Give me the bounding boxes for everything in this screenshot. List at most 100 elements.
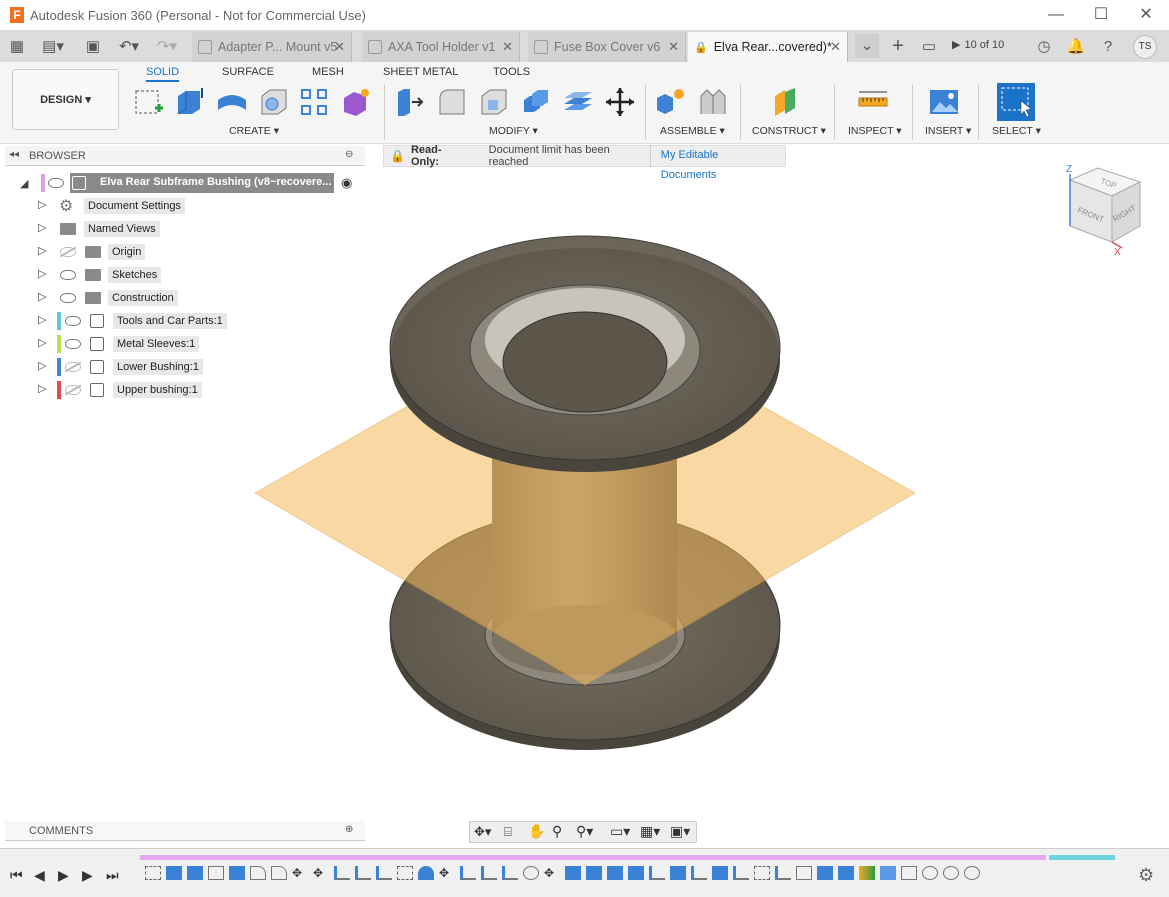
look-at-icon[interactable]: ⌸ <box>504 824 512 840</box>
construct-group-label[interactable]: CONSTRUCT ▾ <box>752 125 826 137</box>
display-settings-icon[interactable]: ▭▾ <box>610 823 630 840</box>
timeline-combine-icon[interactable] <box>586 866 602 880</box>
timeline-fillet-icon[interactable] <box>250 866 266 880</box>
workspace-switcher-button[interactable]: DESIGN ▾ <box>12 69 119 130</box>
grid-settings-icon[interactable]: ▦▾ <box>640 823 660 840</box>
timeline-press-pull-icon[interactable] <box>733 866 749 880</box>
expand-triangle-icon[interactable]: ▷ <box>38 382 46 395</box>
redo-icon[interactable]: ↷▾ <box>152 37 182 57</box>
visibility-eye-icon[interactable] <box>48 178 64 188</box>
expand-triangle-icon[interactable]: ▷ <box>38 313 46 326</box>
viewports-icon[interactable]: ▣▾ <box>670 823 690 840</box>
zoom-icon[interactable]: ⚲ <box>552 823 562 840</box>
timeline-press-pull-icon[interactable] <box>334 866 350 880</box>
expand-triangle-icon[interactable]: ▷ <box>38 198 46 211</box>
tab-elva-rear[interactable]: 🔒 Elva Rear...covered)* ✕ <box>688 32 848 62</box>
timeline-offset-icon[interactable] <box>880 866 896 880</box>
expand-triangle-icon[interactable]: ▷ <box>38 290 46 303</box>
fit-zoom-icon[interactable]: ⚲▾ <box>576 823 593 840</box>
modify-group-label[interactable]: MODIFY ▾ <box>489 125 538 137</box>
timeline-joint-icon[interactable] <box>523 866 539 880</box>
assemble-group-label[interactable]: ASSEMBLE ▾ <box>660 125 725 137</box>
timeline-component-icon[interactable] <box>901 866 917 880</box>
pattern-icon[interactable] <box>298 86 330 118</box>
timeline-play-icon[interactable]: ▶ <box>58 867 69 884</box>
tab-sheet-metal[interactable]: SHEET METAL <box>383 66 458 78</box>
clock-icon[interactable]: ◷ <box>1033 37 1055 57</box>
timeline-plane-icon[interactable] <box>859 866 875 880</box>
timeline-combine-icon[interactable] <box>607 866 623 880</box>
orbit-icon[interactable]: ✥▾ <box>474 824 491 840</box>
activate-radio-icon[interactable]: ◉ <box>341 175 352 191</box>
tab-solid[interactable]: SOLID <box>146 66 180 82</box>
timeline-shell-icon[interactable] <box>796 866 812 880</box>
minimize-button[interactable]: — <box>1045 5 1067 25</box>
timeline-joint-icon[interactable] <box>922 866 938 880</box>
expand-triangle-icon[interactable]: ▷ <box>38 267 46 280</box>
timeline-combine-icon[interactable] <box>838 866 854 880</box>
hidden-eye-icon[interactable] <box>65 385 81 395</box>
combine-icon[interactable] <box>520 86 552 118</box>
tab-fuse-box-cover[interactable]: Fuse Box Cover v6 ✕ <box>528 32 686 62</box>
timeline-first-icon[interactable]: ⏮ <box>10 867 23 884</box>
timeline-combine-icon[interactable] <box>817 866 833 880</box>
select-group-label[interactable]: SELECT ▾ <box>992 125 1041 137</box>
timeline-press-pull-icon[interactable] <box>502 866 518 880</box>
timeline-extrude-icon[interactable] <box>628 866 644 880</box>
timeline-settings-gear-icon[interactable]: ⚙ <box>1138 865 1154 886</box>
apps-grid-icon[interactable]: ▦ <box>6 37 28 57</box>
joint-icon[interactable] <box>697 86 729 118</box>
undo-icon[interactable]: ↶▾ <box>114 37 144 57</box>
create-form-icon[interactable] <box>340 86 372 118</box>
tab-close-icon[interactable]: ✕ <box>830 39 841 55</box>
timeline-press-pull-icon[interactable] <box>775 866 791 880</box>
editable-documents-link[interactable]: My Editable Documents <box>649 145 785 181</box>
measure-icon[interactable] <box>857 86 889 118</box>
collapse-panel-icon[interactable]: ◂◂ <box>9 149 19 160</box>
timeline-last-icon[interactable]: ⏭ <box>106 867 119 884</box>
view-cube[interactable]: TOP FRONT RIGHT Z X <box>1060 160 1150 260</box>
add-comment-icon[interactable]: ⊕ <box>345 824 353 835</box>
timeline-combine-icon[interactable] <box>712 866 728 880</box>
fillet-icon[interactable] <box>436 86 468 118</box>
save-icon[interactable]: ▣ <box>82 37 104 57</box>
hidden-eye-icon[interactable] <box>65 362 81 372</box>
timeline-press-pull-icon[interactable] <box>376 866 392 880</box>
chat-icon[interactable]: ▭ <box>918 37 940 57</box>
create-sketch-icon[interactable] <box>133 86 165 118</box>
timeline-combine-icon[interactable] <box>565 866 581 880</box>
timeline-move-icon[interactable]: ✥ <box>544 866 560 880</box>
select-icon[interactable] <box>997 83 1035 121</box>
file-menu-icon[interactable]: ▤▾ <box>38 37 68 57</box>
tab-tools[interactable]: TOOLS <box>493 66 530 78</box>
tab-close-icon[interactable]: ✕ <box>334 39 345 55</box>
timeline-extrude-icon[interactable] <box>166 866 182 880</box>
visibility-eye-icon[interactable] <box>60 270 76 280</box>
create-group-label[interactable]: CREATE ▾ <box>229 125 279 137</box>
notifications-bell-icon[interactable]: 🔔 <box>1065 37 1087 57</box>
timeline-move-icon[interactable]: ✥ <box>313 866 329 880</box>
tab-overflow-chevron-icon[interactable]: ⌄ <box>855 34 879 58</box>
offset-plane-icon[interactable] <box>771 86 803 118</box>
timeline-press-pull-icon[interactable] <box>355 866 371 880</box>
timeline-fillet-icon[interactable] <box>271 866 287 880</box>
timeline-joint-icon[interactable] <box>943 866 959 880</box>
revolve-icon[interactable] <box>216 86 248 118</box>
insert-group-label[interactable]: INSERT ▾ <box>925 125 971 137</box>
expand-triangle-icon[interactable]: ▷ <box>38 336 46 349</box>
hidden-eye-icon[interactable] <box>60 247 76 257</box>
browser-root-row[interactable]: ◢ Elva Rear Subframe Bushing (v8~recover… <box>0 173 365 193</box>
press-pull-icon[interactable] <box>394 86 426 118</box>
pan-hand-icon[interactable]: ✋ <box>528 823 545 840</box>
move-copy-icon[interactable] <box>604 86 636 118</box>
hole-icon[interactable] <box>258 86 290 118</box>
timeline-next-icon[interactable]: ▶ <box>82 867 93 884</box>
timeline-combine-icon[interactable] <box>670 866 686 880</box>
timeline-revolve-icon[interactable] <box>418 866 434 880</box>
timeline-sketch-icon[interactable] <box>754 866 770 880</box>
maximize-button[interactable]: ☐ <box>1090 5 1112 25</box>
timeline-press-pull-icon[interactable] <box>481 866 497 880</box>
tab-surface[interactable]: SURFACE <box>222 66 274 78</box>
insert-image-icon[interactable] <box>928 86 960 118</box>
shell-icon[interactable] <box>478 86 510 118</box>
